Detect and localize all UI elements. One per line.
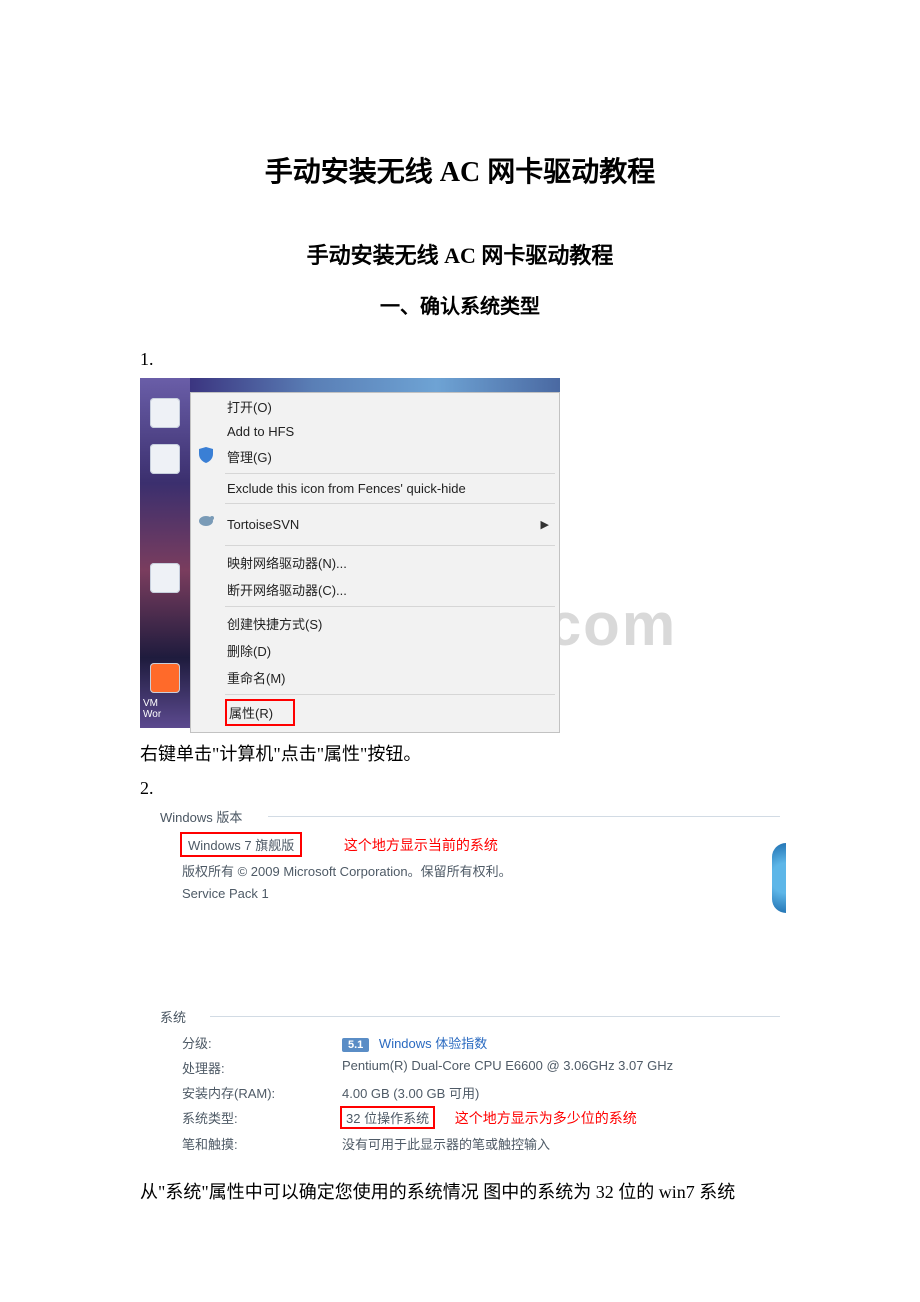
conclusion-text: 从"系统"属性中可以确定您使用的系统情况 图中的系统为 32 位的 win7 系… [140,1178,780,1204]
label-system-type: 系统类型: [182,1108,342,1127]
menu-separator [225,545,555,546]
desktop-icon [150,563,180,593]
group-line [268,816,780,817]
system-type-value: 32 位操作系统 [342,1108,433,1127]
menu-label: 属性(R) [229,703,273,722]
shield-icon [197,446,215,464]
menu-label: 管理(G) [227,447,272,466]
menu-separator [225,473,555,474]
menu-label: TortoiseSVN [227,517,299,532]
desktop-icon [150,663,180,693]
menu-item-add-hfs[interactable]: Add to HFS [191,420,559,443]
context-menu: 打开(O) Add to HFS 管理(G) Exclude this icon… [190,392,560,733]
group-label: Windows 版本 [160,810,242,825]
screenshot-context-menu: VM Wor 打开(O) Add to HFS 管理(G) Exclude th… [140,378,560,728]
screenshot-system-properties: Windows 版本 Windows 7 旗舰版 这个地方显示当前的系统 版权所… [140,807,780,1156]
menu-item-exclude-fences[interactable]: Exclude this icon from Fences' quick-hid… [191,477,559,500]
value-ram: 4.00 GB (3.00 GB 可用) [342,1083,780,1102]
row-ram: 安装内存(RAM): 4.00 GB (3.00 GB 可用) [182,1080,780,1105]
document-page: 手动安装无线 AC 网卡驱动教程 手动安装无线 AC 网卡驱动教程 一、确认系统… [0,0,920,1276]
menu-item-shortcut[interactable]: 创建快捷方式(S) [191,610,559,637]
group-label: 系统 [160,1010,186,1025]
menu-separator [225,694,555,695]
windows-logo-edge [772,843,786,913]
desktop-icon [150,444,180,474]
menu-label: Exclude this icon from Fences' quick-hid… [227,481,466,496]
menu-label: 映射网络驱动器(N)... [227,553,347,572]
step-1-text: 右键单击"计算机"点击"属性"按钮。 [140,740,780,766]
menu-item-disconnect-drive[interactable]: 断开网络驱动器(C)... [191,576,559,603]
row-rating: 分级: 5.1 Windows 体验指数 [182,1030,780,1055]
row-system-type: 系统类型: 32 位操作系统 这个地方显示为多少位的系统 [182,1105,780,1131]
windows-edition-block: Windows 7 旗舰版 这个地方显示当前的系统 版权所有 © 2009 Mi… [140,826,780,901]
windows-edition-header: Windows 版本 [160,807,780,826]
menu-label: 打开(O) [227,397,272,416]
system-section-header: 系统 [160,1007,780,1026]
menu-item-tortoisesvn[interactable]: TortoiseSVN ▶ [191,507,559,542]
system-info-table: 分级: 5.1 Windows 体验指数 处理器: Pentium(R) Dua… [140,1026,780,1156]
menu-item-rename[interactable]: 重命名(M) [191,664,559,691]
wei-score-badge: 5.1 [342,1038,369,1052]
menu-label: 重命名(M) [227,668,286,687]
label-ram: 安装内存(RAM): [182,1083,342,1102]
annotation-current-system: 这个地方显示当前的系统 [344,837,498,853]
service-pack-text: Service Pack 1 [182,886,780,901]
value-pen-touch: 没有可用于此显示器的笔或触控输入 [342,1134,780,1153]
value-system-type: 32 位操作系统 这个地方显示为多少位的系统 [342,1108,780,1128]
copyright-text: 版权所有 © 2009 Microsoft Corporation。保留所有权利… [182,861,780,880]
value-rating: 5.1 Windows 体验指数 [342,1033,780,1052]
tortoise-icon [197,510,215,528]
menu-label: 断开网络驱动器(C)... [227,580,347,599]
group-line [210,1016,780,1017]
desktop-top-band [190,378,560,392]
windows-edition-name: Windows 7 旗舰版 [182,834,300,855]
main-title: 手动安装无线 AC 网卡驱动教程 [140,150,780,190]
annotation-bitness: 这个地方显示为多少位的系统 [455,1110,637,1126]
label-rating: 分级: [182,1033,342,1052]
menu-item-manage[interactable]: 管理(G) [191,443,559,470]
desktop-icon-label: VM Wor [143,698,161,720]
label-cpu: 处理器: [182,1058,342,1077]
value-cpu: Pentium(R) Dual-Core CPU E6600 @ 3.06GHz… [342,1058,780,1073]
step-2-number: 2. [140,778,780,799]
sub-title: 手动安装无线 AC 网卡驱动教程 [140,238,780,270]
desktop-icon [150,398,180,428]
row-pen-touch: 笔和触摸: 没有可用于此显示器的笔或触控输入 [182,1131,780,1156]
step-1-number: 1. [140,349,780,370]
menu-label: 创建快捷方式(S) [227,614,322,633]
menu-item-delete[interactable]: 删除(D) [191,637,559,664]
section-title: 一、确认系统类型 [140,290,780,319]
menu-separator [225,503,555,504]
submenu-arrow-icon: ▶ [541,518,549,531]
menu-separator [225,606,555,607]
wei-link[interactable]: Windows 体验指数 [379,1036,487,1051]
row-cpu: 处理器: Pentium(R) Dual-Core CPU E6600 @ 3.… [182,1055,780,1080]
menu-item-open[interactable]: 打开(O) [191,393,559,420]
menu-item-map-drive[interactable]: 映射网络驱动器(N)... [191,549,559,576]
menu-item-properties[interactable]: 属性(R) [225,699,295,726]
menu-label: Add to HFS [227,424,294,439]
label-pen-touch: 笔和触摸: [182,1134,342,1153]
menu-label: 删除(D) [227,641,271,660]
